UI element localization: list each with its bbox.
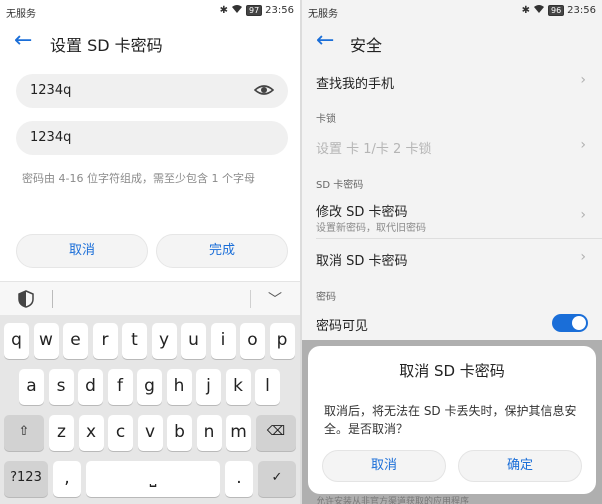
- key-w[interactable]: w: [33, 323, 59, 359]
- section-header-sd-password: SD 卡密码: [316, 180, 364, 191]
- modify-sd-password-subtitle: 设置新密码，取代旧密码: [316, 223, 426, 234]
- battery-icon: 96: [547, 5, 565, 16]
- key-v[interactable]: v: [137, 415, 163, 451]
- list-item-peek: 允许安装从非官方渠道获取的应用程序: [316, 497, 470, 504]
- symbols-key[interactable]: ?123: [4, 461, 48, 497]
- key-r[interactable]: r: [92, 323, 118, 359]
- keyboard-toolbar: ﹀: [0, 281, 300, 315]
- wifi-icon: [533, 4, 545, 17]
- key-l[interactable]: l: [255, 369, 280, 405]
- key-i[interactable]: i: [210, 323, 236, 359]
- key-c[interactable]: c: [108, 415, 133, 451]
- page-title: 安全: [350, 36, 383, 55]
- key-t[interactable]: t: [122, 323, 147, 359]
- find-my-phone-label: 查找我的手机: [316, 77, 395, 92]
- done-button[interactable]: 完成: [156, 234, 288, 268]
- key-m[interactable]: m: [226, 415, 251, 451]
- toolbar-divider: [52, 290, 53, 308]
- key-n[interactable]: n: [196, 415, 222, 451]
- hide-keyboard-chevron-down-icon[interactable]: ﹀: [268, 289, 282, 309]
- key-q[interactable]: q: [4, 323, 29, 359]
- carrier-text: 无服务: [308, 9, 338, 20]
- comma-key[interactable]: ,: [53, 461, 81, 497]
- toolbar-divider: [250, 290, 251, 308]
- key-p[interactable]: p: [269, 323, 295, 359]
- space-key[interactable]: ⎵: [86, 461, 220, 497]
- dialog-title: 取消 SD 卡密码: [399, 362, 505, 380]
- page-header: ← 安全: [302, 24, 602, 62]
- dialog-confirm-button[interactable]: 确定: [458, 450, 582, 482]
- modify-sd-password-item[interactable]: 修改 SD 卡密码 设置新密码，取代旧密码 ›: [302, 194, 602, 238]
- page-title: 设置 SD 卡密码: [50, 36, 163, 55]
- key-o[interactable]: o: [240, 323, 265, 359]
- wifi-icon: [231, 4, 243, 17]
- confirm-password-input[interactable]: 1234q: [16, 121, 288, 155]
- battery-icon: 97: [245, 5, 263, 16]
- key-s[interactable]: s: [48, 369, 74, 405]
- section-header-password: 密码: [316, 292, 336, 303]
- bluetooth-icon: ✱: [521, 5, 530, 16]
- chevron-right-icon: ›: [580, 249, 586, 265]
- status-time: 23:56: [567, 5, 596, 16]
- key-j[interactable]: j: [196, 369, 221, 405]
- key-u[interactable]: u: [181, 323, 206, 359]
- toggle-knob: [572, 316, 586, 330]
- left-screen: 无服务 ✱ 97 23:56 ← 设置 SD 卡密码 1234q 1234q 密…: [0, 0, 300, 504]
- key-b[interactable]: b: [167, 415, 192, 451]
- cancel-sd-password-label: 取消 SD 卡密码: [316, 254, 408, 269]
- backspace-key[interactable]: ⌫: [256, 415, 296, 451]
- key-e[interactable]: e: [63, 323, 88, 359]
- confirm-password-value: 1234q: [30, 130, 72, 145]
- soft-keyboard: qwertyuiop asdfghjkl zxcvbnm ⇧ ⌫ ?123 , …: [0, 315, 300, 504]
- cancel-sd-password-dialog: 取消 SD 卡密码 取消后，将无法在 SD 卡丢失时，保护其信息安全。是否取消？…: [308, 346, 596, 494]
- key-z[interactable]: z: [49, 415, 74, 451]
- cancel-sd-password-item[interactable]: 取消 SD 卡密码 ›: [302, 239, 602, 277]
- back-arrow-icon[interactable]: ←: [14, 28, 32, 54]
- chevron-right-icon: ›: [580, 137, 586, 153]
- shield-icon[interactable]: [18, 290, 34, 308]
- bluetooth-icon: ✱: [219, 5, 228, 16]
- key-k[interactable]: k: [225, 369, 251, 405]
- dialog-cancel-button[interactable]: 取消: [322, 450, 446, 482]
- modify-sd-password-label: 修改 SD 卡密码: [316, 205, 408, 220]
- cancel-button[interactable]: 取消: [16, 234, 148, 268]
- dialog-message: 取消后，将无法在 SD 卡丢失时，保护其信息安全。是否取消？: [324, 404, 577, 436]
- key-x[interactable]: x: [78, 415, 104, 451]
- enter-key[interactable]: ✓: [258, 461, 296, 497]
- period-key[interactable]: .: [225, 461, 253, 497]
- status-time: 23:56: [265, 5, 294, 16]
- set-card-lock-label: 设置 卡 1/卡 2 卡锁: [316, 142, 432, 157]
- chevron-right-icon: ›: [580, 207, 586, 223]
- right-screen: 无服务 ✱ 96 23:56 ← 安全 查找我的手机 › 卡锁 设置 卡 1/卡…: [302, 0, 602, 504]
- password-visible-item[interactable]: 密码可见: [302, 305, 602, 341]
- find-my-phone-item[interactable]: 查找我的手机 ›: [302, 62, 602, 100]
- password-hint: 密码由 4-16 位字符组成，需至少包含 1 个字母: [22, 172, 255, 185]
- carrier-text: 无服务: [6, 9, 36, 20]
- key-g[interactable]: g: [137, 369, 162, 405]
- password-visible-toggle[interactable]: [552, 314, 588, 332]
- set-card-lock-item: 设置 卡 1/卡 2 卡锁 ›: [302, 128, 602, 164]
- section-header-card-lock: 卡锁: [316, 114, 336, 125]
- back-arrow-icon[interactable]: ←: [316, 28, 334, 54]
- key-a[interactable]: a: [19, 369, 44, 405]
- password-visible-label: 密码可见: [316, 319, 369, 334]
- status-bar: 无服务 ✱ 96 23:56: [302, 0, 602, 22]
- shift-key[interactable]: ⇧: [4, 415, 44, 451]
- password-input-value: 1234q: [30, 83, 72, 98]
- key-d[interactable]: d: [78, 369, 103, 405]
- key-y[interactable]: y: [151, 323, 177, 359]
- chevron-right-icon: ›: [580, 72, 586, 88]
- password-input[interactable]: 1234q: [16, 74, 288, 108]
- show-password-eye-icon[interactable]: [253, 80, 275, 100]
- key-f[interactable]: f: [107, 369, 133, 405]
- page-header: ← 设置 SD 卡密码: [0, 24, 300, 62]
- status-bar: 无服务 ✱ 97 23:56: [0, 0, 300, 22]
- space-bar-icon: ⎵: [149, 468, 157, 488]
- key-h[interactable]: h: [166, 369, 192, 405]
